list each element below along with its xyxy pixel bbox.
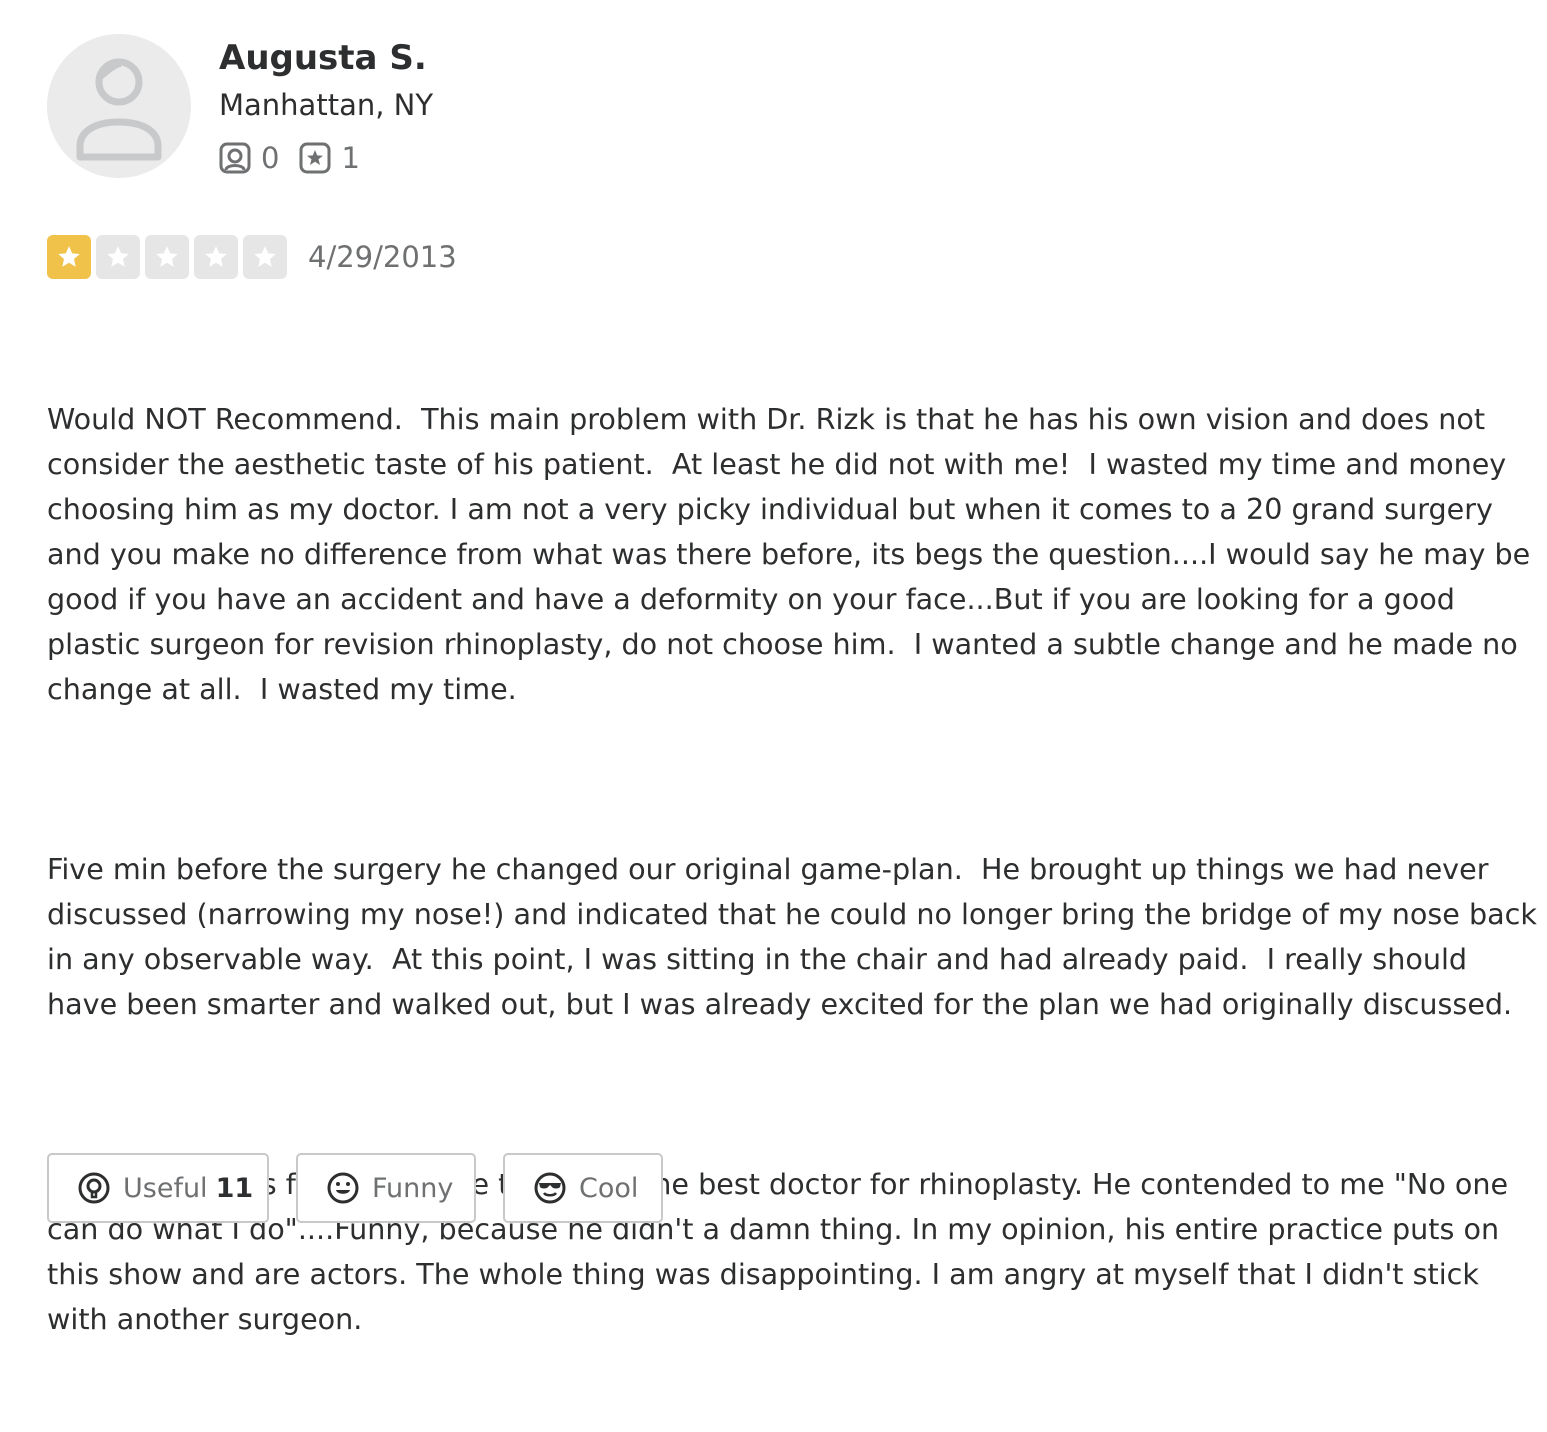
star-review-icon [299, 142, 331, 174]
friends-stat: 0 [219, 141, 279, 175]
useful-label: Useful [123, 1172, 208, 1204]
star-empty-icon [243, 235, 287, 279]
friends-count: 0 [261, 141, 280, 175]
reviewer-stats: 0 1 [219, 140, 380, 176]
review-text: Would NOT Recommend. This main problem w… [47, 307, 1537, 1432]
funny-label: Funny [372, 1172, 454, 1204]
reviews-stat: 1 [299, 141, 360, 175]
smile-icon [326, 1171, 360, 1205]
cool-button[interactable]: Cool [503, 1153, 663, 1223]
review-date: 4/29/2013 [308, 240, 457, 274]
sunglasses-icon [533, 1171, 567, 1205]
reviewer-name[interactable]: Augusta S. [219, 36, 427, 80]
friends-icon [219, 142, 251, 174]
lightbulb-icon [77, 1171, 111, 1205]
useful-count: 11 [215, 1172, 254, 1204]
avatar[interactable] [47, 34, 191, 178]
star-filled-icon [47, 235, 91, 279]
reviews-count: 1 [341, 141, 360, 175]
funny-button[interactable]: Funny [296, 1153, 476, 1223]
review-paragraph: Five min before the surgery he changed o… [47, 852, 1546, 1021]
star-empty-icon [194, 235, 238, 279]
star-empty-icon [96, 235, 140, 279]
star-rating [47, 235, 292, 279]
review-paragraph: Would NOT Recommend. This main problem w… [47, 402, 1540, 706]
useful-button[interactable]: Useful 11 [47, 1153, 269, 1223]
default-user-icon [47, 34, 191, 178]
review-actions: Useful 11 Funny Cool [47, 1153, 690, 1223]
cool-label: Cool [579, 1172, 639, 1204]
star-empty-icon [145, 235, 189, 279]
rating-row: 4/29/2013 [47, 234, 457, 280]
reviewer-location: Manhattan, NY [219, 88, 434, 122]
